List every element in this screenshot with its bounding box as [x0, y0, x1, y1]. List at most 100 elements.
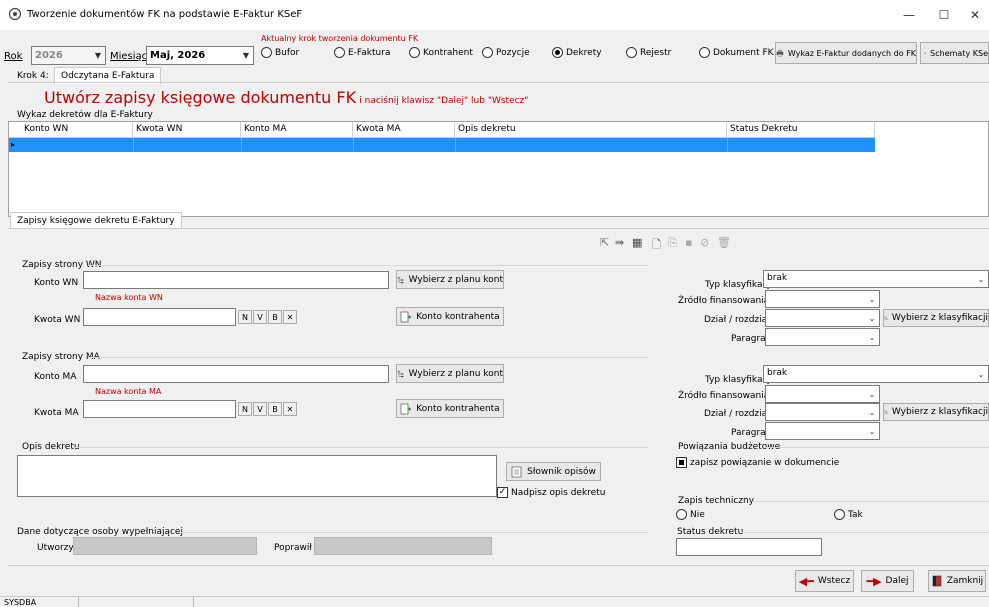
year-select[interactable]: 2026 ▼ — [31, 46, 106, 65]
step-label: Dekrety — [566, 47, 602, 58]
step-radio-rejestr[interactable]: Rejestr — [626, 47, 671, 58]
close-button[interactable]: ✕ — [960, 4, 989, 26]
ma-plan-kont-button[interactable]: Wybierz z planu kont — [396, 364, 504, 383]
step-label: E-Faktura — [348, 47, 391, 58]
cancel-icon[interactable]: ⊘ — [700, 236, 709, 249]
step-radio-bufor[interactable]: Bufor — [261, 47, 299, 58]
tree-icon — [884, 316, 888, 320]
nadpisz-label: Nadpisz opis dekretu — [511, 487, 606, 498]
kwota-wn-input[interactable] — [83, 308, 236, 326]
step-radio-pozycje[interactable]: Pozycje — [482, 47, 530, 58]
radio-icon — [482, 47, 493, 58]
wn-typ-select[interactable]: brak ⌄ — [763, 270, 989, 288]
wn-typ-value: brak — [767, 273, 788, 283]
wn-plan-kont-button[interactable]: Wybierz z planu kont — [396, 270, 504, 289]
efaktury-list-button[interactable]: Wykaz E-Faktur dodanych do FK — [775, 42, 917, 64]
techniczny-tak-radio[interactable]: Tak — [834, 509, 863, 520]
step-caption: Aktualny krok tworzenia dokumentu FK — [261, 34, 419, 43]
ma-typ-value: brak — [767, 368, 788, 378]
minimize-button[interactable]: — — [894, 4, 924, 26]
col-header[interactable]: Kwota WN — [133, 122, 241, 137]
chevron-down-icon: ▼ — [242, 51, 250, 60]
konto-ma-input[interactable] — [83, 365, 389, 383]
step-radio-dokument-fk[interactable]: Dokument FK — [699, 47, 774, 58]
osoba-group-label: Dane dotyczące osoby wypełniającej — [17, 527, 183, 537]
month-value: Maj, 2026 — [150, 50, 206, 61]
col-header[interactable]: Opis dekretu — [455, 122, 727, 137]
first-record-icon[interactable]: ⇱ — [600, 236, 609, 249]
ma-klasyfikacja-button[interactable]: Wybierz z klasyfikacji — [883, 403, 989, 421]
heading-hint: i naciśnij klawisz "Dalej" lub "Wstecz" — [359, 96, 529, 106]
n-button[interactable]: N — [238, 310, 252, 324]
zamknij-button[interactable]: Zamknij — [928, 570, 986, 592]
clear-button[interactable]: ✕ — [283, 402, 297, 416]
chevron-down-icon: ⌄ — [868, 313, 876, 323]
row-pointer-icon: ▸ — [11, 140, 16, 149]
step-radio-kontrahent[interactable]: Kontrahent — [409, 47, 473, 58]
konto-wn-input[interactable] — [83, 271, 389, 289]
col-header[interactable]: Konto WN — [21, 122, 133, 137]
wn-zrodlo-select[interactable]: ⌄ — [765, 290, 880, 308]
title-bar: Tworzenie dokumentów FK na podstawie E-F… — [0, 0, 989, 30]
delete-icon[interactable]: 🗑 — [717, 236, 731, 249]
ma-zrodlo-label: Źródło finansowania — [678, 391, 770, 401]
zamknij-label: Zamknij — [946, 576, 984, 586]
grid-caption: Wykaz dekretów dla E-Faktury — [17, 110, 153, 120]
n-button[interactable]: N — [238, 402, 252, 416]
maximize-button[interactable]: ☐ — [929, 4, 959, 26]
status-divider — [193, 597, 194, 607]
divider — [8, 228, 989, 229]
step-radio-efaktura[interactable]: E-Faktura — [334, 47, 390, 58]
grid-view-icon[interactable]: ▦ — [632, 236, 642, 249]
table-row[interactable]: ▸ — [9, 138, 875, 152]
ma-konto-kontrahenta-button[interactable]: Konto kontrahenta — [396, 399, 504, 418]
clear-button[interactable]: ✕ — [283, 310, 297, 324]
opis-textarea[interactable] — [17, 455, 497, 497]
techniczny-nie-radio[interactable]: Nie — [676, 509, 705, 520]
new-record-icon[interactable]: 🗋 — [652, 236, 661, 255]
wn-paragraf-select[interactable]: ⌄ — [765, 328, 880, 346]
b-button[interactable]: B — [268, 402, 282, 416]
v-button[interactable]: V — [253, 310, 267, 324]
save-icon[interactable]: ▪ — [685, 236, 692, 249]
radio-icon — [626, 47, 637, 58]
col-header[interactable]: Status Dekretu — [727, 122, 875, 137]
month-label: Miesiąc — [110, 51, 148, 62]
goto-record-icon[interactable]: ⇛ — [615, 236, 624, 249]
tab-zapisy-ksiegowe[interactable]: Zapisy księgowe dekretu E-Faktury — [10, 212, 182, 229]
col-header[interactable]: Konto MA — [241, 122, 353, 137]
nadpisz-checkbox[interactable]: ✓ Nadpisz opis dekretu — [497, 487, 605, 498]
radio-icon — [676, 509, 687, 520]
schemas-button[interactable]: Schematy KSe — [920, 42, 989, 64]
copy-record-icon[interactable]: ⎘ — [668, 236, 677, 250]
powiazania-checkbox[interactable]: zapisz powiązanie w dokumencie — [676, 457, 839, 468]
ma-typ-select[interactable]: brak ⌄ — [763, 365, 989, 383]
group-line — [741, 532, 989, 533]
step-radio-dekrety[interactable]: Dekrety — [552, 47, 602, 58]
group-line — [178, 532, 648, 533]
kwota-ma-input[interactable] — [83, 400, 236, 418]
wn-klasyfikacja-button[interactable]: Wybierz z klasyfikacji — [883, 309, 989, 327]
status-field[interactable] — [676, 538, 822, 556]
printer-icon — [776, 49, 784, 57]
col-header[interactable]: Kwota MA — [353, 122, 455, 137]
dalej-button[interactable]: ━▶ Dalej — [861, 570, 914, 592]
v-button[interactable]: V — [253, 402, 267, 416]
status-group-label: Status dekretu — [677, 527, 744, 537]
chevron-down-icon: ⌄ — [977, 274, 985, 284]
month-select[interactable]: Maj, 2026 ▼ — [146, 46, 254, 65]
step-label: Bufor — [275, 47, 300, 58]
wn-dzial-select[interactable]: ⌄ — [765, 309, 880, 327]
ma-paragraf-select[interactable]: ⌄ — [765, 422, 880, 440]
slownik-opisow-button[interactable]: Słownik opisów — [506, 462, 601, 481]
b-button[interactable]: B — [268, 310, 282, 324]
chevron-down-icon: ⌄ — [868, 389, 876, 399]
ma-dzial-label: Dział / rozdział — [704, 409, 770, 419]
wn-konto-kontrahenta-button[interactable]: Konto kontrahenta — [396, 307, 504, 326]
decree-grid[interactable]: Konto WN Kwota WN Konto MA Kwota MA Opis… — [8, 121, 989, 217]
ma-dzial-select[interactable]: ⌄ — [765, 403, 880, 421]
wstecz-button[interactable]: ◀━ Wstecz — [795, 570, 854, 592]
efaktury-list-label: Wykaz E-Faktur dodanych do FK — [787, 48, 916, 58]
radio-icon — [409, 47, 420, 58]
ma-zrodlo-select[interactable]: ⌄ — [765, 385, 880, 403]
